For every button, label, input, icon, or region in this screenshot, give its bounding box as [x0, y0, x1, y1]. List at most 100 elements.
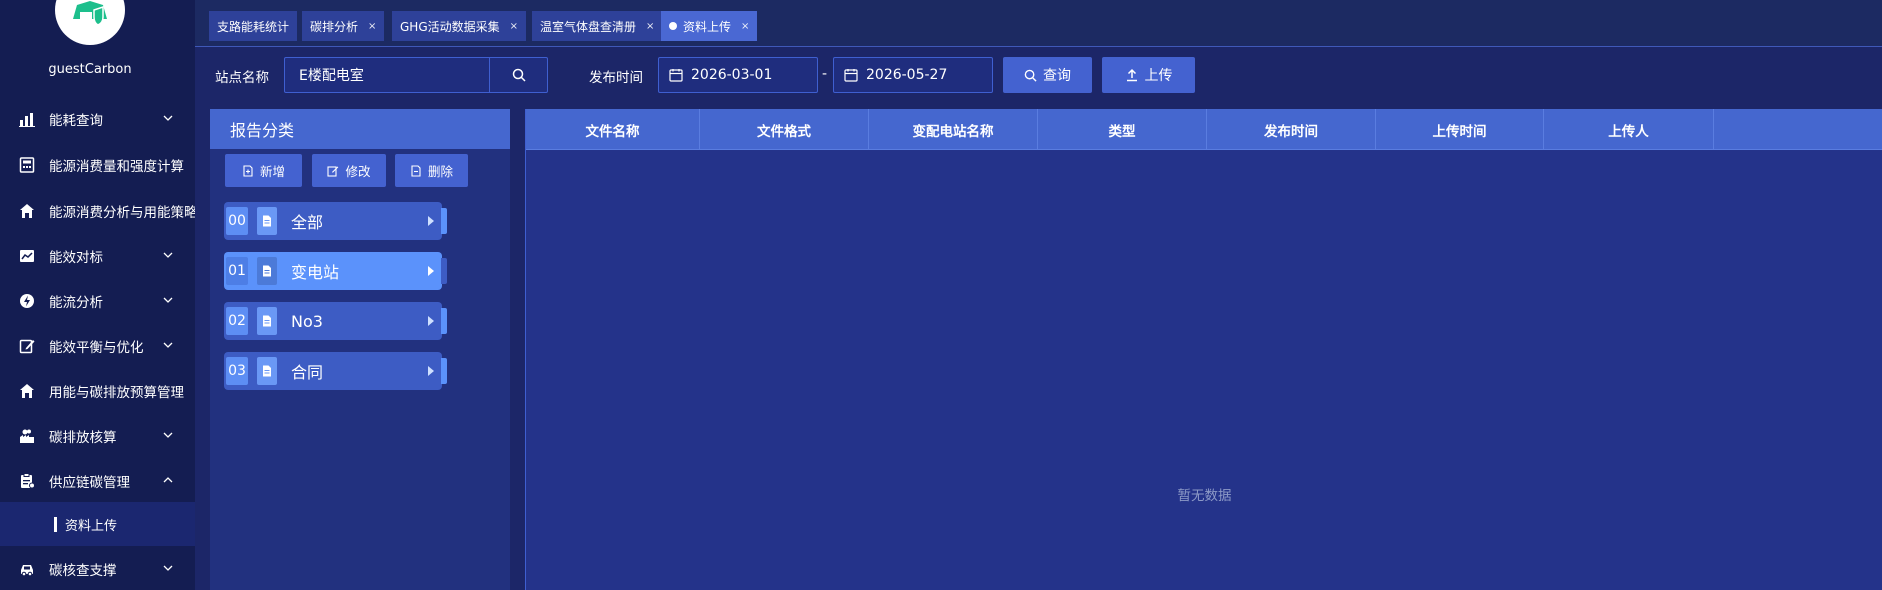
- category-number: 03: [226, 357, 248, 385]
- search-icon: [512, 68, 526, 82]
- document-icon: [257, 257, 277, 285]
- category-item-all[interactable]: 00 全部: [224, 202, 447, 240]
- category-name: 全部: [291, 213, 324, 232]
- chevron-down-icon: [163, 565, 173, 571]
- category-number: 00: [226, 207, 248, 235]
- edit-category-button[interactable]: 修改: [312, 154, 386, 187]
- empty-state-text: 暂无数据: [1177, 488, 1232, 504]
- document-icon: [257, 207, 277, 235]
- sidebar-item-supply-chain[interactable]: 供应链碳管理: [0, 459, 195, 503]
- category-item-substation[interactable]: 01 变电站: [224, 252, 447, 290]
- category-tab-marker: [441, 308, 447, 334]
- sidebar-item-carbon-accounting[interactable]: 碳排放核算: [0, 414, 195, 458]
- category-tab-marker: [441, 358, 447, 384]
- tab-label: 温室气体盘查清册: [540, 19, 637, 34]
- tab-label: 资料上传: [683, 19, 732, 34]
- close-icon[interactable]: ×: [741, 21, 749, 32]
- report-category-panel: 报告分类 新增 修改 删除 00 全部 01 变电站 02 No3 03 合同: [210, 109, 510, 590]
- chevron-up-icon: [163, 477, 173, 483]
- sidebar-item-label: 能流分析: [49, 295, 103, 311]
- sidebar-item-label: 能源消费量和强度计算: [49, 159, 184, 175]
- energy-bolt-icon: [18, 292, 36, 310]
- station-search-button[interactable]: [489, 58, 547, 92]
- column-header-type[interactable]: 类型: [1038, 109, 1207, 150]
- clipboard-icon: [18, 472, 36, 490]
- category-item-contract[interactable]: 03 合同: [224, 352, 447, 390]
- category-name: 合同: [291, 363, 324, 382]
- search-icon: [1024, 69, 1037, 82]
- user-avatar-icon: [56, 0, 124, 44]
- tab-data-upload[interactable]: 资料上传 ×: [661, 11, 758, 41]
- sidebar-item-balance-optimize[interactable]: 能效平衡与优化: [0, 324, 195, 368]
- sidebar-item-energy-query[interactable]: 能耗查询: [0, 97, 195, 141]
- factory-icon: [18, 427, 36, 445]
- active-dot-icon: [669, 22, 677, 30]
- active-indicator: [54, 516, 57, 532]
- column-header-station-name[interactable]: 变配电站名称: [869, 109, 1038, 150]
- category-tab-marker: [441, 208, 447, 234]
- sidebar-item-carbon-verify[interactable]: 碳核查支撑: [0, 547, 195, 590]
- station-input[interactable]: [285, 58, 489, 92]
- column-header-file-name[interactable]: 文件名称: [526, 109, 700, 150]
- sidebar-item-energy-calc[interactable]: 能源消费量和强度计算: [0, 143, 195, 187]
- chevron-down-icon: [163, 432, 173, 438]
- tab-ghg-inventory[interactable]: 温室气体盘查清册 ×: [532, 11, 663, 41]
- sidebar-item-label: 能耗查询: [49, 113, 103, 129]
- publish-time-label: 发布时间: [589, 70, 643, 86]
- sidebar: guestCarbon 能耗查询 能源消费量和强度计算 能源消费分析与用能策略: [0, 0, 195, 590]
- calculator-icon: [18, 156, 36, 174]
- add-category-button[interactable]: 新增: [225, 154, 302, 187]
- tab-carbon-analysis[interactable]: 碳排分析 ×: [302, 11, 385, 41]
- delete-category-button[interactable]: 删除: [395, 154, 468, 187]
- date-start-value: 2026-03-01: [691, 67, 773, 83]
- upload-button[interactable]: 上传: [1102, 57, 1195, 93]
- category-number: 01: [226, 257, 248, 285]
- add-button-label: 新增: [259, 164, 285, 179]
- sidebar-item-label: 用能与碳排放预算管理: [49, 385, 184, 401]
- column-header-uploader[interactable]: 上传人: [1544, 109, 1714, 150]
- sidebar-item-label: 碳核查支撑: [49, 563, 117, 579]
- caret-right-icon: [428, 366, 434, 376]
- delete-button-label: 删除: [427, 164, 453, 179]
- tab-branch-energy[interactable]: 支路能耗统计: [209, 11, 298, 41]
- sidebar-item-label: 能效平衡与优化: [49, 340, 144, 356]
- calendar-icon: [669, 69, 683, 82]
- chevron-down-icon: [163, 115, 173, 121]
- category-item-no3[interactable]: 02 No3: [224, 302, 447, 340]
- panel-title: 报告分类: [230, 121, 295, 140]
- query-button[interactable]: 查询: [1003, 57, 1092, 93]
- close-icon[interactable]: ×: [510, 21, 518, 32]
- sidebar-item-benchmark[interactable]: 能效对标: [0, 234, 195, 278]
- calendar-icon: [844, 69, 858, 82]
- close-icon[interactable]: ×: [646, 21, 654, 32]
- sidebar-item-energy-analysis[interactable]: 能源消费分析与用能策略: [0, 189, 195, 233]
- caret-right-icon: [428, 316, 434, 326]
- caret-right-icon: [428, 266, 434, 276]
- avatar[interactable]: [55, 0, 125, 45]
- file-table: 文件名称 文件格式 变配电站名称 类型 发布时间 上传时间 上传人 暂无数据: [525, 109, 1882, 590]
- chevron-down-icon: [163, 297, 173, 303]
- upload-button-label: 上传: [1144, 68, 1173, 84]
- date-separator: -: [822, 66, 828, 82]
- document-icon: [257, 357, 277, 385]
- chart-bar-icon: [18, 110, 36, 128]
- sidebar-item-label: 供应链碳管理: [49, 475, 130, 491]
- edit-icon: [327, 165, 339, 177]
- edit-button-label: 修改: [345, 164, 371, 179]
- date-start-field[interactable]: 2026-03-01: [658, 57, 818, 93]
- sidebar-subitem-upload[interactable]: 资料上传: [0, 502, 195, 546]
- column-header-upload-time[interactable]: 上传时间: [1376, 109, 1544, 150]
- date-end-field[interactable]: 2026-05-27: [833, 57, 993, 93]
- column-header-file-format[interactable]: 文件格式: [700, 109, 869, 150]
- table-header: 文件名称 文件格式 变配电站名称 类型 发布时间 上传时间 上传人: [526, 109, 1882, 150]
- sidebar-item-budget[interactable]: 用能与碳排放预算管理: [0, 369, 195, 413]
- sidebar-subitem-label: 资料上传: [65, 518, 118, 534]
- column-header-publish-time[interactable]: 发布时间: [1207, 109, 1376, 150]
- delete-file-icon: [411, 164, 421, 177]
- date-end-value: 2026-05-27: [866, 67, 948, 83]
- chevron-down-icon: [163, 342, 173, 348]
- close-icon[interactable]: ×: [368, 21, 376, 32]
- tab-ghg-collection[interactable]: GHG活动数据采集 ×: [392, 11, 527, 41]
- trend-chart-icon: [18, 247, 36, 265]
- sidebar-item-energy-flow[interactable]: 能流分析: [0, 279, 195, 323]
